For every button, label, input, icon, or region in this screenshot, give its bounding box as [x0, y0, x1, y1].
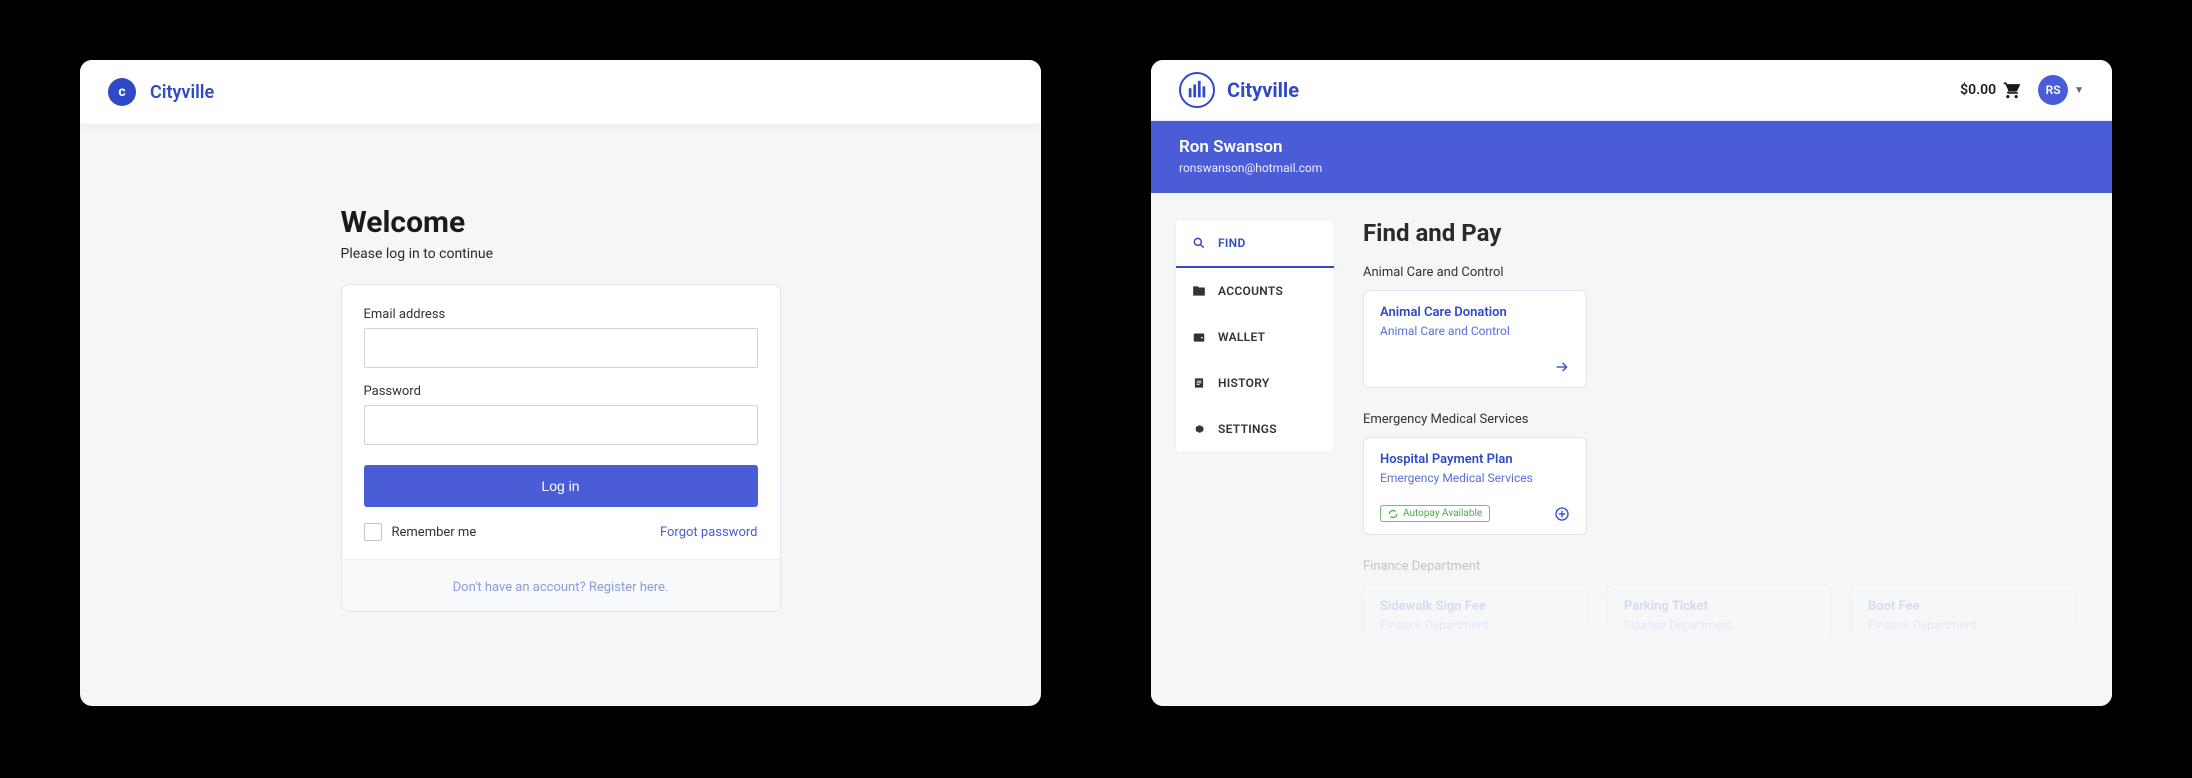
- refresh-icon: [1388, 509, 1398, 519]
- service-card[interactable]: Parking Ticket Finance Department: [1607, 584, 1831, 682]
- password-input[interactable]: [364, 405, 758, 445]
- user-name: Ron Swanson: [1179, 137, 2084, 157]
- arrow-right-icon[interactable]: [1554, 359, 1570, 375]
- service-card-subtitle: Finance Department: [1380, 618, 1570, 632]
- sidebar-item-settings[interactable]: SETTINGS: [1176, 406, 1334, 452]
- user-email: ronswanson@hotmail.com: [1179, 161, 2084, 175]
- cart-total: $0.00: [1960, 82, 1996, 98]
- sidebar-item-label: HISTORY: [1218, 376, 1270, 390]
- search-icon: [1192, 236, 1206, 250]
- service-card-subtitle: Finance Department: [1868, 618, 2058, 632]
- plus-circle-icon[interactable]: [1554, 506, 1570, 522]
- remember-me-wrap[interactable]: Remember me: [364, 523, 477, 541]
- user-info-bar: Ron Swanson ronswanson@hotmail.com: [1151, 121, 2112, 193]
- forgot-password-link[interactable]: Forgot password: [660, 525, 758, 540]
- service-card-subtitle: Finance Department: [1624, 618, 1814, 632]
- login-header: c Cityville: [80, 60, 1041, 125]
- brand-logo-icon: c: [108, 78, 136, 106]
- sidebar-item-accounts[interactable]: ACCOUNTS: [1176, 268, 1334, 314]
- service-card-title: Sidewalk Sign Fee: [1380, 599, 1570, 614]
- section-label: Animal Care and Control: [1363, 265, 2088, 280]
- login-body: Welcome Please log in to continue Email …: [80, 125, 1041, 652]
- cart-button[interactable]: $0.00: [1960, 80, 2022, 100]
- email-label: Email address: [364, 307, 758, 322]
- login-panel: c Cityville Welcome Please log in to con…: [80, 60, 1041, 706]
- brand-name: Cityville: [150, 82, 214, 103]
- service-card-title: Parking Ticket: [1624, 599, 1814, 614]
- service-card[interactable]: Boot Fee Finance Department: [1851, 584, 2075, 682]
- page-title: Find and Pay: [1363, 219, 2088, 247]
- sidebar-item-label: FIND: [1218, 236, 1246, 250]
- login-card: Email address Password Log in Remember m…: [341, 284, 781, 612]
- sidebar-item-find[interactable]: FIND: [1176, 220, 1334, 268]
- section-label: Emergency Medical Services: [1363, 412, 2088, 427]
- cart-icon: [2002, 80, 2022, 100]
- login-title: Welcome: [341, 205, 781, 240]
- content-area: Find and Pay Animal Care and Control Ani…: [1363, 219, 2088, 706]
- brand-logo-icon: [1179, 72, 1215, 108]
- folder-icon: [1192, 284, 1206, 298]
- dashboard-panel: Cityville $0.00 RS ▼ Ron Swanson ronswan…: [1151, 60, 2112, 706]
- sidebar-nav: FIND ACCOUNTS WALLET HISTORY SETTINGS: [1175, 219, 1335, 453]
- service-card-subtitle: Emergency Medical Services: [1380, 471, 1570, 485]
- wallet-icon: [1192, 330, 1206, 344]
- service-card-subtitle: Animal Care and Control: [1380, 324, 1570, 338]
- sidebar-item-history[interactable]: HISTORY: [1176, 360, 1334, 406]
- sidebar-item-label: ACCOUNTS: [1218, 284, 1283, 298]
- service-card[interactable]: Animal Care Donation Animal Care and Con…: [1363, 290, 1587, 388]
- register-link[interactable]: Don't have an account? Register here.: [453, 580, 669, 595]
- login-subtitle: Please log in to continue: [341, 246, 781, 262]
- history-icon: [1192, 376, 1206, 390]
- login-button[interactable]: Log in: [364, 465, 758, 507]
- dashboard-header: Cityville $0.00 RS ▼: [1151, 60, 2112, 121]
- brand-name: Cityville: [1227, 78, 1299, 102]
- sidebar-item-label: WALLET: [1218, 330, 1265, 344]
- section-label: Finance Department: [1363, 559, 2088, 574]
- service-card-title: Boot Fee: [1868, 599, 2058, 614]
- service-card-title: Animal Care Donation: [1380, 305, 1570, 320]
- user-menu[interactable]: RS ▼: [2038, 75, 2084, 105]
- remember-me-checkbox[interactable]: [364, 523, 382, 541]
- avatar: RS: [2038, 75, 2068, 105]
- service-card-title: Hospital Payment Plan: [1380, 452, 1570, 467]
- sidebar-item-wallet[interactable]: WALLET: [1176, 314, 1334, 360]
- autopay-badge: Autopay Available: [1380, 505, 1490, 522]
- email-input[interactable]: [364, 328, 758, 368]
- chevron-down-icon: ▼: [2074, 85, 2084, 96]
- service-card[interactable]: Sidewalk Sign Fee Finance Department: [1363, 584, 1587, 682]
- service-card[interactable]: Hospital Payment Plan Emergency Medical …: [1363, 437, 1587, 535]
- remember-me-label: Remember me: [392, 525, 477, 540]
- sidebar-item-label: SETTINGS: [1218, 422, 1277, 436]
- password-label: Password: [364, 384, 758, 399]
- gear-icon: [1192, 422, 1206, 436]
